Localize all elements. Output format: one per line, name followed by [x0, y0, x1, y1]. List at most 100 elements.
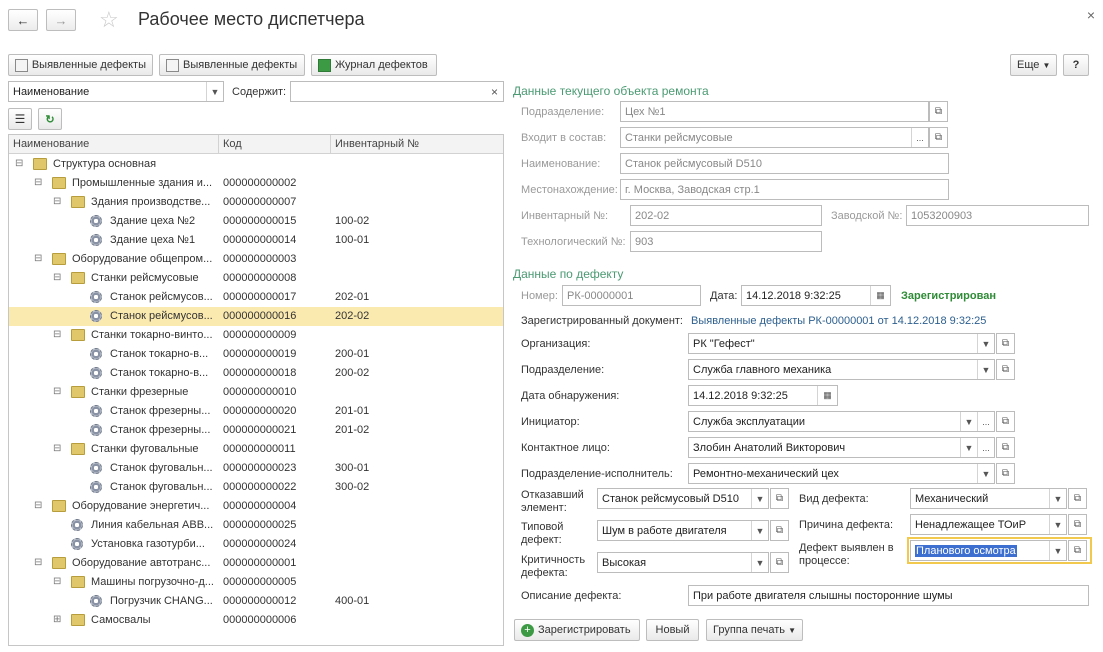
date-field[interactable]: 14.12.2018 9:32:25 ▦: [741, 285, 891, 306]
open-icon[interactable]: ⧉: [929, 101, 948, 122]
chevron-down-icon[interactable]: ▼: [960, 438, 977, 457]
open-icon[interactable]: ⧉: [929, 127, 948, 148]
clear-icon[interactable]: ×: [486, 82, 503, 101]
chevron-down-icon[interactable]: ▼: [977, 334, 994, 353]
column-inventory[interactable]: Инвентарный №: [335, 138, 419, 150]
column-code[interactable]: Код: [223, 138, 242, 150]
collapse-icon[interactable]: ⊟: [53, 386, 63, 397]
chevron-down-icon[interactable]: ▼: [960, 412, 977, 431]
calendar-icon[interactable]: ▦: [870, 286, 890, 305]
tree-row[interactable]: ⊟ Станки фуговальные 000000000011: [9, 440, 503, 459]
failed-element-field[interactable]: Станок рейсмусовый D510 ▼: [597, 488, 769, 509]
defects-journal-button[interactable]: Журнал дефектов: [311, 54, 437, 76]
contact-field[interactable]: Злобин Анатолий Викторович ▼...: [688, 437, 995, 458]
chevron-down-icon[interactable]: ▼: [1049, 541, 1066, 560]
tree-row[interactable]: Здание цеха №1 000000000014 100-01: [9, 231, 503, 250]
collapse-icon[interactable]: ⊟: [15, 158, 25, 169]
tree-row[interactable]: Станок фуговальн... 000000000023 300-01: [9, 459, 503, 478]
ellipsis-icon[interactable]: ...: [977, 412, 994, 431]
register-button[interactable]: + Зарегистрировать: [514, 619, 640, 641]
collapse-icon[interactable]: ⊟: [53, 576, 63, 587]
defects-button-1[interactable]: Выявленные дефекты: [8, 54, 153, 76]
initiator-field[interactable]: Служба эксплуатации ▼...: [688, 411, 995, 432]
filter-field-select[interactable]: Наименование ▼: [8, 81, 224, 102]
description-field[interactable]: При работе двигателя слышны посторонние …: [688, 585, 1089, 606]
tree-row[interactable]: Станок фуговальн... 000000000022 300-02: [9, 478, 503, 497]
tree-row[interactable]: ⊟ Оборудование автотранс... 000000000001: [9, 554, 503, 573]
calendar-icon[interactable]: ▦: [817, 386, 837, 405]
tree-row[interactable]: Станок токарно-в... 000000000019 200-01: [9, 345, 503, 364]
open-icon[interactable]: ⧉: [1068, 488, 1087, 509]
reg-doc-link[interactable]: Выявленные дефекты РК-00000001 от 14.12.…: [691, 315, 986, 327]
tree-row[interactable]: Линия кабельная ABB... 000000000025: [9, 516, 503, 535]
tree-row[interactable]: Станок рейсмусов... 000000000016 202-02: [9, 307, 503, 326]
collapse-icon[interactable]: ⊟: [53, 329, 63, 340]
open-icon[interactable]: ⧉: [996, 463, 1015, 484]
defects-button-2[interactable]: Выявленные дефекты: [159, 54, 305, 76]
collapse-icon[interactable]: ⊟: [34, 557, 44, 568]
open-icon[interactable]: ⧉: [770, 552, 789, 573]
contains-input[interactable]: ×: [290, 81, 504, 102]
chevron-down-icon[interactable]: ▼: [977, 360, 994, 379]
detect-date-field[interactable]: 14.12.2018 9:32:25 ▦: [688, 385, 838, 406]
back-button[interactable]: ←: [8, 9, 38, 31]
collapse-icon[interactable]: ⊟: [53, 443, 63, 454]
object-tree[interactable]: Наименование Код Инвентарный № ⊟ Структур…: [8, 134, 504, 646]
tree-row[interactable]: Станок рейсмусов... 000000000017 202-01: [9, 288, 503, 307]
open-icon[interactable]: ⧉: [1068, 514, 1087, 535]
collapse-icon[interactable]: ⊟: [53, 196, 63, 207]
tree-row[interactable]: ⊟ Станки рейсмусовые 000000000008: [9, 269, 503, 288]
chevron-down-icon[interactable]: ▼: [977, 464, 994, 483]
expand-icon[interactable]: ⊞: [53, 614, 63, 625]
tree-row[interactable]: Станок фрезерны... 000000000021 201-02: [9, 421, 503, 440]
typical-defect-field[interactable]: Шум в работе двигателя ▼: [597, 520, 769, 541]
open-icon[interactable]: ⧉: [996, 333, 1015, 354]
chevron-down-icon[interactable]: ▼: [206, 82, 223, 101]
executor-field[interactable]: Ремонтно-механический цех ▼: [688, 463, 995, 484]
ellipsis-icon[interactable]: ...: [977, 438, 994, 457]
org-field[interactable]: РК "Гефест" ▼: [688, 333, 995, 354]
tree-row[interactable]: Станок токарно-в... 000000000018 200-02: [9, 364, 503, 383]
open-icon[interactable]: ⧉: [1068, 540, 1087, 561]
defect-type-field[interactable]: Механический ▼: [910, 488, 1067, 509]
chevron-down-icon[interactable]: ▼: [751, 489, 768, 508]
subdiv-field[interactable]: Служба главного механика ▼: [688, 359, 995, 380]
ellipsis-icon[interactable]: ...: [911, 128, 928, 147]
tree-row[interactable]: ⊟ Машины погрузочно-д... 000000000005: [9, 573, 503, 592]
list-mode-button[interactable]: ☰: [8, 108, 32, 130]
tree-row[interactable]: ⊟ Промышленные здания и... 000000000002: [9, 174, 503, 193]
tree-row[interactable]: ⊞ Самосвалы 000000000006: [9, 611, 503, 630]
tree-row[interactable]: Здание цеха №2 000000000015 100-02: [9, 212, 503, 231]
tree-row[interactable]: ⊟ Оборудование энергетич... 000000000004: [9, 497, 503, 516]
collapse-icon[interactable]: ⊟: [34, 500, 44, 511]
tree-row[interactable]: ⊟ Станки токарно-винто... 000000000009: [9, 326, 503, 345]
collapse-icon[interactable]: ⊟: [53, 272, 63, 283]
open-icon[interactable]: ⧉: [996, 359, 1015, 380]
collapse-icon[interactable]: ⊟: [34, 253, 44, 264]
open-icon[interactable]: ⧉: [770, 520, 789, 541]
tree-row[interactable]: Станок фрезерны... 000000000020 201-01: [9, 402, 503, 421]
column-name[interactable]: Наименование: [13, 138, 89, 150]
chevron-down-icon[interactable]: ▼: [751, 521, 768, 540]
help-button[interactable]: ?: [1063, 54, 1089, 76]
found-in-process-field[interactable]: Планового осмотра ▼: [910, 540, 1067, 561]
tree-row[interactable]: ⊟ Структура основная: [9, 155, 503, 174]
open-icon[interactable]: ⧉: [996, 437, 1015, 458]
tree-row[interactable]: ⊟ Оборудование общепром... 000000000003: [9, 250, 503, 269]
open-icon[interactable]: ⧉: [770, 488, 789, 509]
star-icon[interactable]: ☆: [99, 7, 119, 33]
tree-row[interactable]: ⊟ Здания производстве... 000000000007: [9, 193, 503, 212]
chevron-down-icon[interactable]: ▼: [1049, 515, 1066, 534]
criticality-field[interactable]: Высокая ▼: [597, 552, 769, 573]
new-button[interactable]: Новый: [646, 619, 699, 641]
open-icon[interactable]: ⧉: [996, 411, 1015, 432]
chevron-down-icon[interactable]: ▼: [1049, 489, 1066, 508]
tree-row[interactable]: ⊟ Станки фрезерные 000000000010: [9, 383, 503, 402]
print-group-button[interactable]: Группа печать ▼: [706, 619, 803, 641]
tree-row[interactable]: Установка газотурби... 000000000024: [9, 535, 503, 554]
tree-row[interactable]: Погрузчик CHANG... 000000000012 400-01: [9, 592, 503, 611]
defect-cause-field[interactable]: Ненадлежащее ТОиР ▼: [910, 514, 1067, 535]
more-button[interactable]: Еще ▼: [1010, 54, 1057, 76]
forward-button[interactable]: →: [46, 9, 76, 31]
close-icon[interactable]: ×: [1087, 7, 1095, 23]
